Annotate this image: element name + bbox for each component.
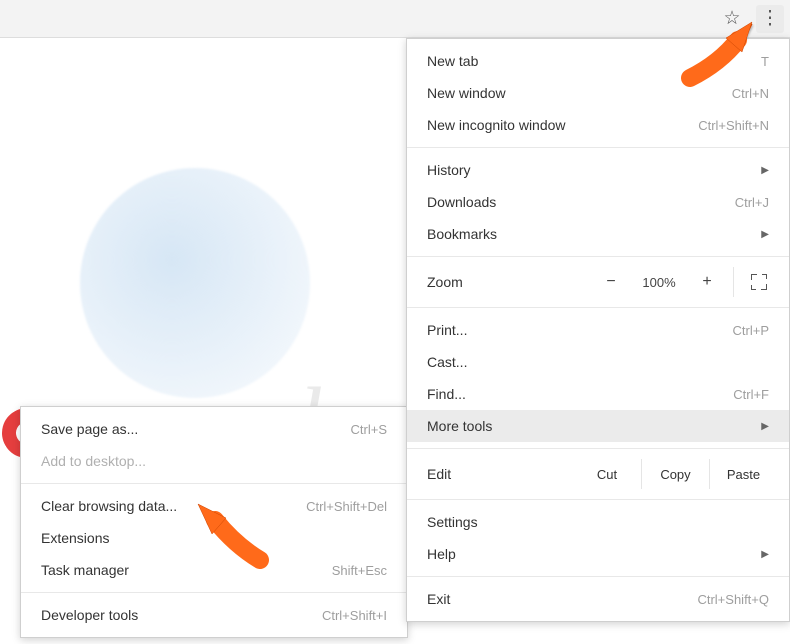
menu-label: Developer tools [41, 607, 322, 623]
submenu-section-dev: Developer tools Ctrl+Shift+I [21, 593, 407, 637]
menu-label: Edit [427, 466, 573, 482]
submenu-developer-tools[interactable]: Developer tools Ctrl+Shift+I [21, 599, 407, 631]
kebab-menu-icon[interactable]: ⋮ [756, 5, 784, 33]
menu-shortcut: Ctrl+P [733, 323, 769, 338]
menu-section-history: History ▶ Downloads Ctrl+J Bookmarks ▶ [407, 148, 789, 257]
menu-settings[interactable]: Settings [407, 506, 789, 538]
menu-label: Cast... [427, 354, 769, 370]
edit-paste-button[interactable]: Paste [709, 459, 777, 489]
submenu-section-clear: Clear browsing data... Ctrl+Shift+Del Ex… [21, 484, 407, 593]
menu-shortcut: T [761, 54, 769, 69]
menu-label: Downloads [427, 194, 735, 210]
menu-label: Bookmarks [427, 226, 753, 242]
chevron-right-icon: ▶ [761, 421, 769, 432]
zoom-out-button[interactable]: − [589, 267, 633, 297]
menu-print[interactable]: Print... Ctrl+P [407, 314, 789, 346]
menu-more-tools[interactable]: More tools ▶ [407, 410, 789, 442]
chevron-right-icon: ▶ [761, 165, 769, 176]
submenu-add-to-desktop: Add to desktop... [21, 445, 407, 477]
menu-zoom-row: Zoom − 100% + [407, 263, 789, 301]
menu-section-exit: Exit Ctrl+Shift+Q [407, 577, 789, 621]
menu-label: New window [427, 85, 732, 101]
zoom-value: 100% [633, 267, 685, 297]
submenu-extensions[interactable]: Extensions [21, 522, 407, 554]
menu-find[interactable]: Find... Ctrl+F [407, 378, 789, 410]
submenu-section-save: Save page as... Ctrl+S Add to desktop... [21, 407, 407, 484]
menu-shortcut: Ctrl+N [732, 86, 769, 101]
menu-exit[interactable]: Exit Ctrl+Shift+Q [407, 583, 789, 615]
menu-shortcut: Ctrl+S [351, 422, 387, 437]
chevron-right-icon: ▶ [761, 549, 769, 560]
menu-label: New incognito window [427, 117, 698, 133]
chrome-main-menu: New tab T New window Ctrl+N New incognit… [406, 38, 790, 622]
browser-toolbar: ☆ ⋮ [0, 0, 790, 38]
menu-label: Find... [427, 386, 733, 402]
edit-copy-button[interactable]: Copy [641, 459, 709, 489]
watermark-magnifier [80, 168, 310, 398]
menu-label: Task manager [41, 562, 332, 578]
menu-shortcut: Ctrl+Shift+Del [306, 499, 387, 514]
submenu-clear-browsing-data[interactable]: Clear browsing data... Ctrl+Shift+Del [21, 490, 407, 522]
zoom-in-button[interactable]: + [685, 267, 729, 297]
menu-shortcut: Ctrl+F [733, 387, 769, 402]
menu-label: Zoom [427, 274, 589, 290]
menu-new-tab[interactable]: New tab T [407, 45, 789, 77]
menu-shortcut: Ctrl+J [735, 195, 769, 210]
menu-downloads[interactable]: Downloads Ctrl+J [407, 186, 789, 218]
menu-label: Settings [427, 514, 769, 530]
menu-bookmarks[interactable]: Bookmarks ▶ [407, 218, 789, 250]
fullscreen-button[interactable] [733, 267, 777, 297]
menu-label: Add to desktop... [41, 453, 387, 469]
menu-section-tools: Print... Ctrl+P Cast... Find... Ctrl+F M… [407, 308, 789, 449]
menu-cast[interactable]: Cast... [407, 346, 789, 378]
menu-label: Clear browsing data... [41, 498, 306, 514]
edit-cut-button[interactable]: Cut [573, 459, 641, 489]
menu-label: Save page as... [41, 421, 351, 437]
menu-shortcut: Shift+Esc [332, 563, 387, 578]
fullscreen-icon [751, 274, 767, 290]
menu-new-incognito[interactable]: New incognito window Ctrl+Shift+N [407, 109, 789, 141]
menu-section-zoom: Zoom − 100% + [407, 257, 789, 308]
menu-history[interactable]: History ▶ [407, 154, 789, 186]
menu-edit-row: Edit Cut Copy Paste [407, 455, 789, 493]
chevron-right-icon: ▶ [761, 229, 769, 240]
menu-new-window[interactable]: New window Ctrl+N [407, 77, 789, 109]
submenu-save-page[interactable]: Save page as... Ctrl+S [21, 413, 407, 445]
menu-shortcut: Ctrl+Shift+I [322, 608, 387, 623]
menu-label: New tab [427, 53, 761, 69]
menu-shortcut: Ctrl+Shift+N [698, 118, 769, 133]
menu-section-tabs: New tab T New window Ctrl+N New incognit… [407, 39, 789, 148]
menu-section-settings: Settings Help ▶ [407, 500, 789, 577]
menu-label: Help [427, 546, 753, 562]
menu-label: More tools [427, 418, 753, 434]
menu-label: Exit [427, 591, 697, 607]
menu-help[interactable]: Help ▶ [407, 538, 789, 570]
menu-label: Print... [427, 322, 733, 338]
star-icon[interactable]: ☆ [718, 5, 746, 33]
menu-section-edit: Edit Cut Copy Paste [407, 449, 789, 500]
menu-label: History [427, 162, 753, 178]
submenu-task-manager[interactable]: Task manager Shift+Esc [21, 554, 407, 586]
more-tools-submenu: Save page as... Ctrl+S Add to desktop...… [20, 406, 408, 638]
menu-shortcut: Ctrl+Shift+Q [697, 592, 769, 607]
menu-label: Extensions [41, 530, 387, 546]
